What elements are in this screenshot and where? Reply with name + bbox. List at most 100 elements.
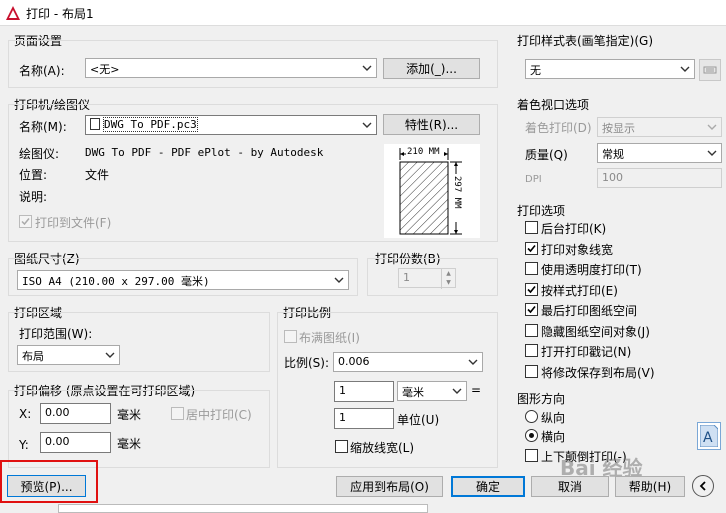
chevron-left-icon xyxy=(699,481,706,491)
quality-label: 质量(Q) xyxy=(525,148,568,162)
scale-value1: 1 xyxy=(339,384,346,397)
portrait-radio[interactable] xyxy=(525,410,538,423)
plot-offset-group xyxy=(8,390,270,468)
page-setup-name-value: <无> xyxy=(90,63,120,76)
location-value: 文件 xyxy=(85,168,110,182)
add-page-setup-button[interactable]: 添加(_)... xyxy=(383,58,480,79)
edit-plot-style-button[interactable] xyxy=(699,59,721,81)
page-setup-name-label: 名称(A): xyxy=(19,64,65,78)
chevron-down-icon xyxy=(703,144,721,162)
offset-y-unit: 毫米 xyxy=(117,437,142,451)
plot-option-label: 将修改保存到布局(V) xyxy=(541,366,655,380)
fit-paper-label: 布满图纸(I) xyxy=(299,331,360,345)
printer-name-value: DWG To PDF.pc3 xyxy=(103,117,198,132)
scale-value1-input[interactable]: 1 xyxy=(334,381,394,402)
fit-paper-checkbox[interactable] xyxy=(284,330,297,343)
print-to-file-label: 打印到文件(F) xyxy=(35,216,112,230)
landscape-radio[interactable] xyxy=(525,429,538,442)
paper-width-label: 210 MM xyxy=(407,147,440,157)
plotter-label: 绘图仪: xyxy=(19,147,60,161)
printer-name-select[interactable]: DWG To PDF.pc3 xyxy=(85,115,377,135)
offset-x-label: X: xyxy=(19,407,32,421)
plot-option-checkbox[interactable] xyxy=(525,324,538,337)
chevron-down-icon xyxy=(448,382,466,400)
plot-option-label: 打印对象线宽 xyxy=(541,243,614,257)
offset-x-input[interactable]: 0.00 xyxy=(40,403,111,424)
plot-option-checkbox[interactable] xyxy=(525,344,538,357)
print-to-file-checkbox[interactable] xyxy=(19,215,32,228)
page-setup-name-select[interactable]: <无> xyxy=(85,58,377,78)
scale-value: 0.006 xyxy=(338,355,370,368)
plot-option-checkbox[interactable] xyxy=(525,303,538,316)
shade-plot-select[interactable]: 按显示 xyxy=(597,117,722,137)
help-button[interactable]: 帮助(H) xyxy=(615,476,685,497)
plot-option-checkbox[interactable] xyxy=(525,365,538,378)
plot-options-group-label: 打印选项 xyxy=(517,204,566,218)
upside-down-checkbox[interactable] xyxy=(525,449,538,462)
scale-value2-input[interactable]: 1 xyxy=(334,408,394,429)
plot-option-label: 后台打印(K) xyxy=(541,222,607,236)
chevron-down-icon xyxy=(358,116,376,134)
title-bar: 打印 - 布局1 xyxy=(0,0,726,26)
plot-option-checkbox[interactable] xyxy=(525,262,538,275)
paper-size-select[interactable]: ISO A4 (210.00 x 297.00 毫米) xyxy=(17,270,349,290)
printer-properties-button[interactable]: 特性(R)... xyxy=(383,114,480,135)
plot-option-label: 打开打印戳记(N) xyxy=(541,345,632,359)
check-icon xyxy=(527,285,536,294)
scale-select[interactable]: 0.006 xyxy=(333,352,483,372)
shade-plot-label: 着色打印(D) xyxy=(525,121,592,135)
paper-height-label: 297 MM xyxy=(452,176,462,209)
offset-x-value: 0.00 xyxy=(45,406,70,419)
shaded-viewport-group-label: 着色视口选项 xyxy=(517,98,590,112)
offset-y-value: 0.00 xyxy=(45,435,70,448)
scale-label: 比例(S): xyxy=(284,356,330,370)
radio-dot-icon xyxy=(529,433,534,438)
plot-option-checkbox[interactable] xyxy=(525,221,538,234)
background-window-edge xyxy=(58,504,428,513)
dpi-input[interactable]: 100 xyxy=(597,168,722,188)
check-icon xyxy=(527,305,536,314)
chevron-down-icon xyxy=(703,118,721,136)
plot-option-checkbox[interactable] xyxy=(525,283,538,296)
dpi-label: DPI xyxy=(525,174,542,185)
window-title: 打印 - 布局1 xyxy=(26,7,94,21)
spin-up-icon: ▲ xyxy=(446,270,451,277)
plot-option-checkbox[interactable] xyxy=(525,242,538,255)
edit-style-icon xyxy=(703,66,717,74)
plot-style-group-label: 打印样式表(画笔指定)(G) xyxy=(517,34,654,48)
scale-unit-select[interactable]: 毫米 xyxy=(397,381,467,401)
description-label: 说明: xyxy=(19,190,48,204)
svg-text:A: A xyxy=(703,430,713,446)
chevron-down-icon xyxy=(330,271,348,289)
cancel-button[interactable]: 取消 xyxy=(531,476,609,497)
scale-lineweights-label: 缩放线宽(L) xyxy=(350,441,415,455)
ok-button[interactable]: 确定 xyxy=(451,476,525,497)
chevron-down-icon xyxy=(676,60,694,78)
scale-unit-label: 单位(U) xyxy=(397,413,440,427)
scale-lineweights-checkbox[interactable] xyxy=(335,440,348,453)
plot-option-label: 使用透明度打印(T) xyxy=(541,263,642,277)
plot-range-select[interactable]: 布局 xyxy=(17,345,120,365)
chevron-down-icon xyxy=(464,353,482,371)
paper-preview: 210 MM 297 MM xyxy=(384,144,480,238)
quality-select[interactable]: 常规 xyxy=(597,143,722,163)
plot-range-value: 布局 xyxy=(22,350,44,363)
center-plot-checkbox[interactable] xyxy=(171,407,184,420)
copies-input[interactable]: 1 ▲ ▼ xyxy=(398,268,456,289)
chevron-down-icon xyxy=(101,346,119,364)
center-plot-label: 居中打印(C) xyxy=(186,408,252,422)
chevron-down-icon xyxy=(358,59,376,77)
spin-down-icon: ▼ xyxy=(446,279,451,286)
location-label: 位置: xyxy=(19,168,48,182)
apply-to-layout-button[interactable]: 应用到布局(O) xyxy=(336,476,443,497)
copies-spinner[interactable]: ▲ ▼ xyxy=(441,269,455,289)
dpi-value: 100 xyxy=(602,171,623,184)
scale-value2: 1 xyxy=(339,411,346,424)
offset-y-input[interactable]: 0.00 xyxy=(40,432,111,453)
plot-style-select[interactable]: 无 xyxy=(525,59,695,79)
collapse-button[interactable] xyxy=(692,475,714,497)
plot-option-label: 最后打印图纸空间 xyxy=(541,304,638,318)
plot-option-label: 隐藏图纸空间对象(J) xyxy=(541,325,650,339)
plot-option-label: 按样式打印(E) xyxy=(541,284,618,298)
orientation-group-label: 图形方向 xyxy=(517,392,566,406)
